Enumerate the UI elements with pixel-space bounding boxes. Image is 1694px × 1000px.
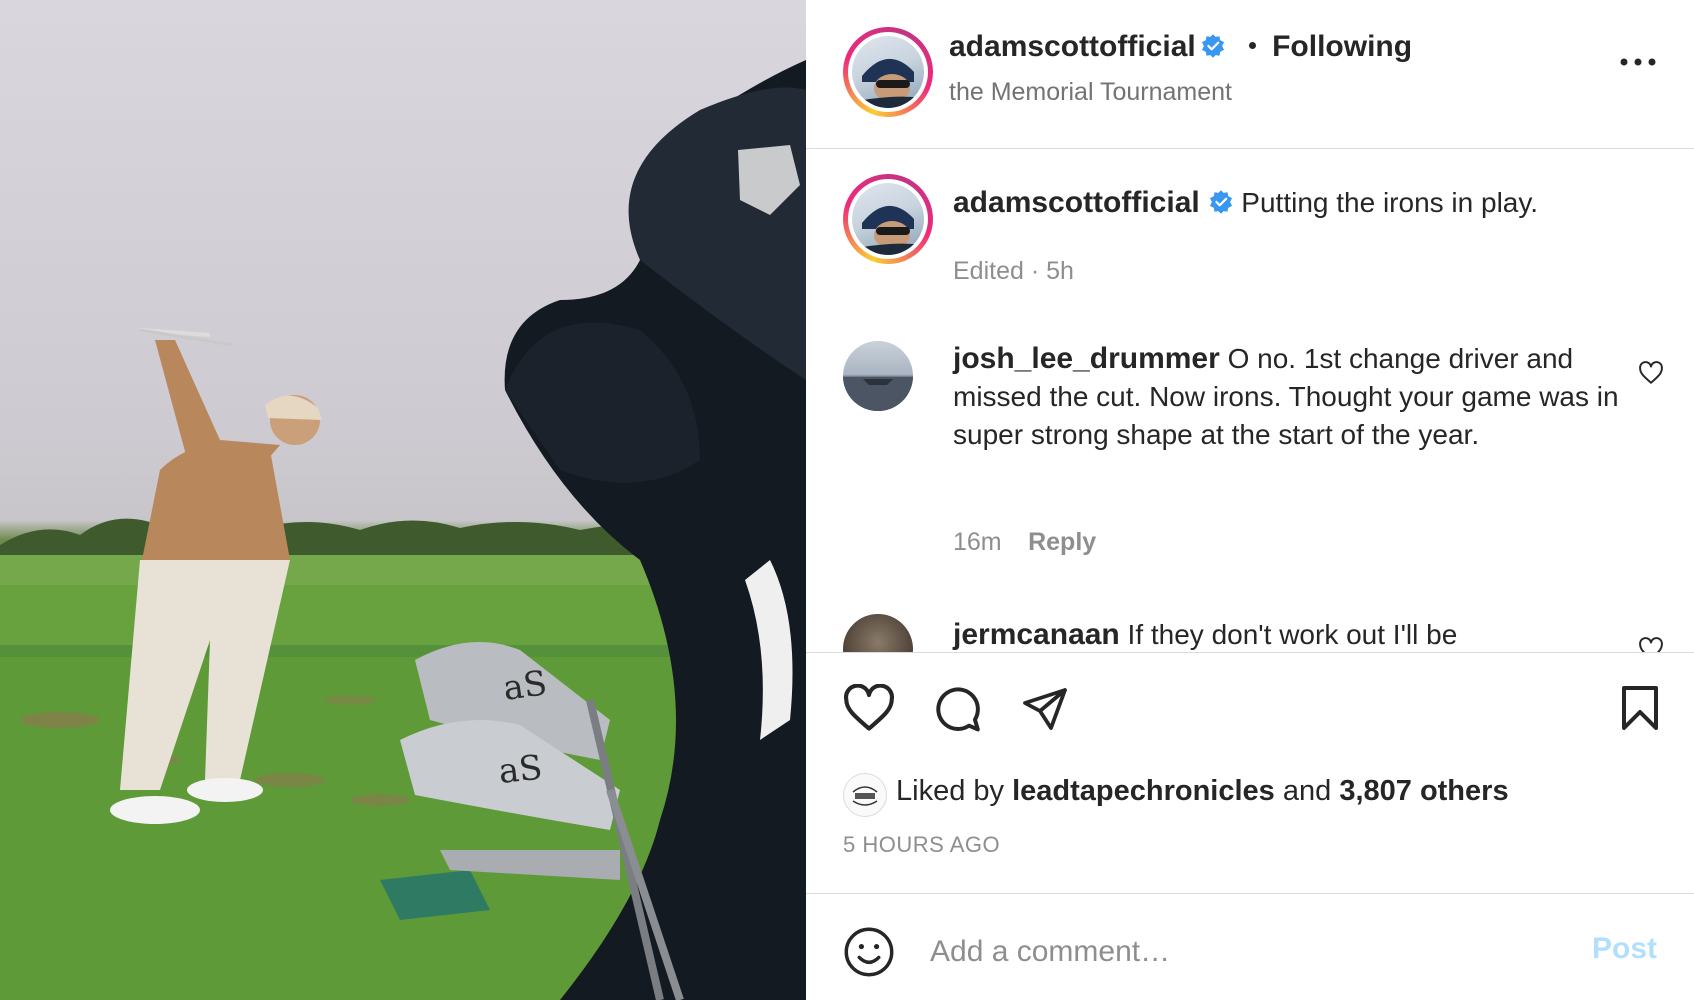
post-time-ago[interactable]: 5 HOURS AGO <box>843 832 1000 858</box>
post-location[interactable]: the Memorial Tournament <box>949 78 1232 107</box>
comment-meta: 16m Reply <box>953 528 1096 557</box>
post-image[interactable]: aS aS <box>0 0 806 1000</box>
comment-body: jermcanaan If they don't work out I'll b… <box>953 616 1623 652</box>
caption-author-avatar[interactable] <box>843 174 933 264</box>
caption-timestamp: Edited · 5h <box>953 257 1074 285</box>
comment-box-divider <box>806 893 1694 894</box>
bookmark-icon[interactable] <box>1618 684 1662 732</box>
comment-like-heart-icon[interactable] <box>1638 360 1664 386</box>
add-comment-input[interactable] <box>930 930 1570 974</box>
commenter-avatar[interactable] <box>843 614 913 652</box>
svg-text:aS: aS <box>501 663 550 709</box>
likes-count-link[interactable]: 3,807 others <box>1339 775 1508 807</box>
caption-text: Putting the irons in play. <box>1241 187 1539 218</box>
comment-icon[interactable] <box>932 684 982 734</box>
separator-dot <box>1248 42 1256 49</box>
likes-summary: Liked by leadtapechronicles and 3,807 ot… <box>896 775 1509 808</box>
liker-username[interactable]: leadtapechronicles <box>1012 775 1275 807</box>
svg-text:aS: aS <box>497 748 545 792</box>
emoji-icon[interactable] <box>843 926 895 978</box>
paper-plane-icon[interactable] <box>1020 684 1070 732</box>
author-username[interactable]: adamscottofficial <box>949 30 1196 63</box>
post-detail-panel: adamscottofficial Following the Memorial… <box>806 0 1694 1000</box>
author-avatar[interactable] <box>843 27 933 117</box>
post-comment-button[interactable]: Post <box>1592 932 1657 966</box>
caption-username[interactable]: adamscottofficial <box>953 186 1200 219</box>
header-divider <box>806 148 1694 149</box>
heart-icon[interactable] <box>843 684 895 732</box>
verified-badge-icon <box>1209 190 1232 214</box>
reply-button[interactable]: Reply <box>1028 528 1096 556</box>
verified-badge-icon <box>1202 34 1225 58</box>
post-caption: adamscottofficial Putting the irons in p… <box>953 184 1653 222</box>
comment-like-heart-icon[interactable] <box>1638 636 1664 652</box>
comment-username[interactable]: jermcanaan <box>953 618 1120 651</box>
comment-time[interactable]: 16m <box>953 528 1002 556</box>
comments-divider <box>806 652 1694 653</box>
comment-username[interactable]: josh_lee_drummer <box>953 342 1220 375</box>
likes-prefix: Liked by <box>896 775 1005 807</box>
comment-item: josh_lee_drummer O no. 1st change driver… <box>953 340 1623 454</box>
comment-text: If they don't work out I'll be <box>1127 619 1458 650</box>
following-button[interactable]: Following <box>1272 30 1412 63</box>
comment-item-clipped: jermcanaan If they don't work out I'll b… <box>806 612 1694 652</box>
likes-joiner: and <box>1282 775 1332 807</box>
commenter-avatar[interactable] <box>843 341 913 411</box>
liker-avatar[interactable] <box>843 773 887 817</box>
post-header: adamscottofficial Following <box>949 30 1412 64</box>
golf-photo-illustration: aS aS <box>0 0 806 1000</box>
more-options-icon[interactable] <box>1616 50 1660 74</box>
